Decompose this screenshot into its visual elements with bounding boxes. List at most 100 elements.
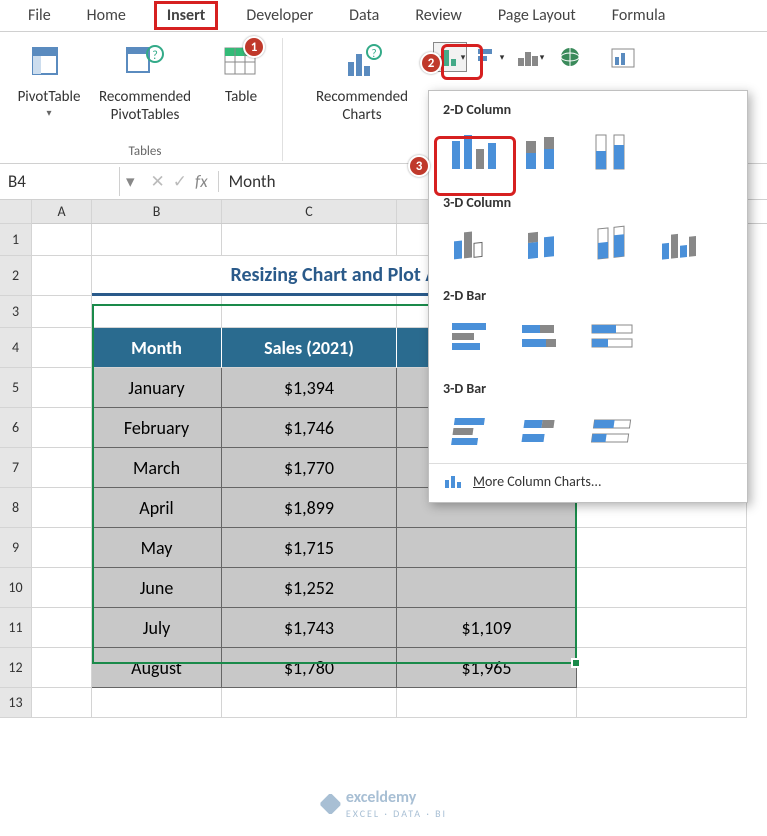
tab-formula[interactable]: Formula [604,2,674,29]
cell[interactable] [222,688,397,718]
selection-fill-handle[interactable] [571,658,581,668]
row-header-2[interactable]: 2 [0,256,32,296]
cell[interactable] [32,488,92,528]
3d-100-stacked-column-item[interactable] [583,221,643,267]
cell[interactable] [32,688,92,718]
clustered-bar-item[interactable] [443,314,503,360]
ribbon-group-tables-label: Tables [129,144,162,161]
cell[interactable] [577,528,747,568]
row-header-3[interactable]: 3 [0,296,32,328]
column-chart-icon [443,472,463,490]
row-header-10[interactable]: 10 [0,568,32,608]
tab-insert[interactable]: Insert [154,1,219,30]
cell[interactable] [32,528,92,568]
cell[interactable] [32,408,92,448]
cell[interactable] [577,608,747,648]
recommended-pivottables-icon: ? [125,42,165,82]
cell[interactable] [32,224,92,256]
3d-stacked-bar-item[interactable] [513,407,573,453]
100-stacked-column-item[interactable] [583,128,643,174]
name-box[interactable]: B4 [0,167,120,196]
cell[interactable] [222,224,397,256]
cell[interactable] [577,688,747,718]
cell[interactable] [32,256,92,296]
row-header-9[interactable]: 9 [0,528,32,568]
enter-icon[interactable]: ✓ [173,171,187,192]
watermark: exceldemy EXCEL · DATA · BI [320,788,447,820]
callout-2: 2 [420,52,442,74]
tab-pagelayout[interactable]: Page Layout [490,2,584,29]
globe-icon [558,46,582,68]
cell[interactable] [32,448,92,488]
tab-developer[interactable]: Developer [238,2,321,29]
3d-100-stacked-bar-item[interactable] [583,407,643,453]
row-header-7[interactable]: 7 [0,448,32,488]
row-header-8[interactable]: 8 [0,488,32,528]
cell[interactable] [32,296,92,328]
cell[interactable] [92,224,222,256]
callout-1: 1 [243,36,265,58]
gallery-label-2d-column: 2-D Column [429,91,747,124]
highlight-box-2 [441,44,483,80]
formula-input[interactable]: Month [219,167,286,196]
ribbon-group-tables: PivotTable ▾ ? Recommended PivotTables T… [8,38,283,161]
gallery-label-2d-bar: 2-D Bar [429,277,747,310]
100-stacked-bar-item[interactable] [583,314,643,360]
recommended-charts-label: Recommended Charts [297,88,427,124]
recommended-pivottables-label: Recommended PivotTables [90,88,200,124]
insert-hierarchy-chart-button[interactable]: ▾ [513,42,547,72]
tab-file[interactable]: File [20,2,59,29]
pivottable-label: PivotTable [18,88,81,106]
cell[interactable] [32,608,92,648]
cell[interactable] [577,568,747,608]
col-header-c[interactable]: C [222,200,397,223]
recommended-pivottables-button[interactable]: ? Recommended PivotTables [90,38,200,144]
stacked-column-item[interactable] [513,128,573,174]
row-header-4[interactable]: 4 [0,328,32,368]
more-column-charts-item[interactable]: More Column Charts... [429,463,747,498]
ribbon-tabs: File Home Insert Developer Data Review P… [0,0,767,32]
cell[interactable] [92,688,222,718]
cell[interactable] [32,648,92,688]
tab-home[interactable]: Home [79,2,134,29]
cell[interactable] [32,368,92,408]
fx-controls: ✕ ✓ fx [141,171,219,192]
tab-data[interactable]: Data [341,2,387,29]
3d-stacked-column-item[interactable] [513,221,573,267]
3d-clustered-column-item[interactable] [443,221,503,267]
table-button[interactable]: Table [206,38,276,144]
col-header-a[interactable]: A [32,200,92,223]
pivottable-button[interactable]: PivotTable ▾ [14,38,84,144]
cell[interactable] [577,648,747,688]
svg-text:?: ? [371,47,376,60]
callout-3: 3 [408,155,430,177]
name-box-dropdown-icon[interactable]: ▾ [120,171,141,192]
row-header-11[interactable]: 11 [0,608,32,648]
col-header-b[interactable]: B [92,200,222,223]
highlight-box-3 [434,136,516,196]
cell[interactable] [397,688,577,718]
3d-clustered-bar-item[interactable] [443,407,503,453]
select-all-corner[interactable] [0,200,32,224]
table-label: Table [225,88,257,106]
insert-pivotchart-button[interactable] [607,42,641,72]
recommended-charts-button[interactable]: ? Recommended Charts [297,38,427,144]
cancel-icon[interactable]: ✕ [151,171,165,192]
fx-icon[interactable]: fx [195,171,208,192]
logo-icon [320,794,340,814]
cell[interactable] [32,328,92,368]
pivottable-icon [29,42,69,82]
hierarchy-chart-icon [516,46,540,68]
svg-text:?: ? [152,49,158,63]
row-header-6[interactable]: 6 [0,408,32,448]
row-header-5[interactable]: 5 [0,368,32,408]
row-header-13[interactable]: 13 [0,688,32,718]
3d-column-item[interactable] [653,221,713,267]
tab-review[interactable]: Review [407,2,470,29]
row-header-1[interactable]: 1 [0,224,32,256]
cell[interactable] [32,568,92,608]
insert-map-chart-button[interactable] [553,42,587,72]
row-header-12[interactable]: 12 [0,648,32,688]
recommended-charts-icon: ? [342,42,382,82]
stacked-bar-item[interactable] [513,314,573,360]
